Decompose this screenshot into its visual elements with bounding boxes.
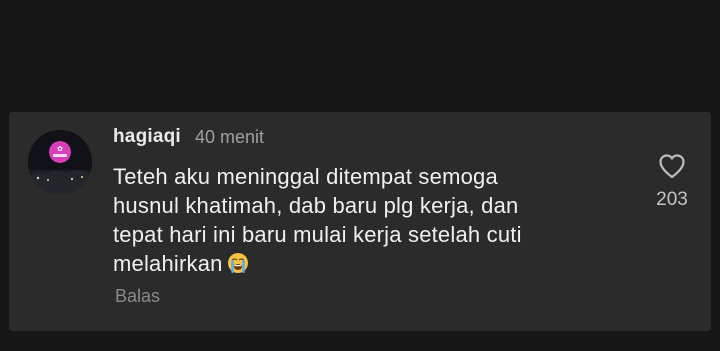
heart-outline-icon bbox=[659, 154, 685, 179]
page: ✿ hagiaqi 40 menit Teteh aku meninggal d… bbox=[0, 0, 720, 351]
comment-text-line: tepat hari ini baru mulai kerja setelah … bbox=[113, 222, 522, 247]
avatar[interactable]: ✿ bbox=[28, 130, 92, 194]
like-count: 203 bbox=[656, 189, 688, 210]
comment-time: 40 menit bbox=[195, 127, 265, 147]
username[interactable]: hagiaqi bbox=[113, 126, 181, 148]
svg-text:✿: ✿ bbox=[57, 145, 63, 153]
like-button[interactable] bbox=[652, 150, 692, 182]
comment-text-line: melahirkan bbox=[113, 251, 223, 276]
comment-text-line: Teteh aku meninggal ditempat semoga bbox=[113, 164, 498, 189]
reply-button[interactable]: Balas bbox=[115, 286, 160, 307]
comment-text-line: husnul khatimah, dab baru plg kerja, dan bbox=[113, 193, 519, 218]
comment-text: Teteh aku meninggal ditempat semoga husn… bbox=[113, 162, 633, 278]
comment-text-line-last: melahirkan bbox=[113, 249, 633, 278]
loudly-crying-face-icon bbox=[227, 252, 249, 274]
avatar-image: ✿ bbox=[28, 130, 92, 194]
